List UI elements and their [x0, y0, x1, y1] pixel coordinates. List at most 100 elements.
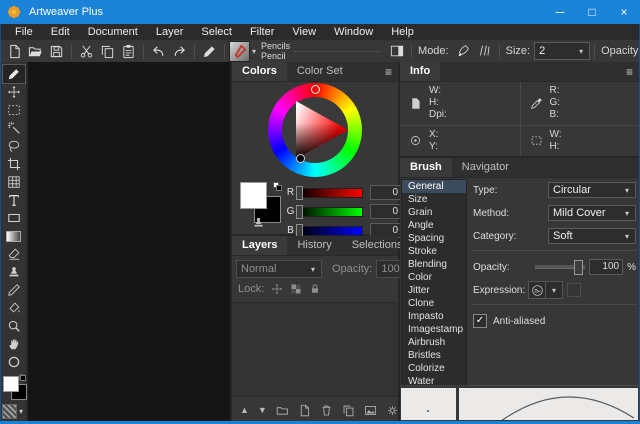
tool-hand[interactable] — [3, 335, 25, 353]
tool-magic-wand[interactable] — [3, 119, 25, 137]
tool-color-swatches[interactable] — [2, 374, 26, 400]
tab-color-set[interactable]: Color Set — [287, 62, 353, 81]
menu-edit[interactable]: Edit — [42, 26, 79, 38]
brush-category-size[interactable]: Size — [402, 193, 466, 206]
layer-list[interactable] — [232, 302, 398, 397]
tool-lasso[interactable] — [3, 137, 25, 155]
panel-color-swatches[interactable] — [238, 182, 284, 232]
open-document-button[interactable] — [25, 41, 46, 61]
method-dropdown[interactable]: Mild Cover ▾ — [548, 205, 636, 221]
expression-source-button[interactable] — [528, 281, 546, 299]
menu-view[interactable]: View — [283, 26, 325, 38]
menu-help[interactable]: Help — [382, 26, 423, 38]
tool-rect-select[interactable] — [3, 101, 25, 119]
menu-file[interactable]: File — [6, 26, 42, 38]
default-colors-icon[interactable] — [19, 374, 26, 381]
green-slider[interactable] — [297, 207, 363, 217]
tool-gradient[interactable] — [3, 227, 25, 245]
default-colors-icon[interactable] — [273, 182, 282, 191]
menu-filter[interactable]: Filter — [241, 26, 283, 38]
tool-eraser[interactable] — [3, 245, 25, 263]
new-layer-button[interactable] — [298, 404, 311, 417]
tool-move[interactable] — [3, 83, 25, 101]
paint-mode-button[interactable] — [453, 41, 474, 61]
type-dropdown[interactable]: Circular ▾ — [548, 182, 636, 198]
lock-position-button[interactable] — [271, 283, 283, 295]
paste-button[interactable] — [118, 41, 139, 61]
tab-navigator[interactable]: Navigator — [452, 158, 519, 177]
tab-brush[interactable]: Brush — [400, 158, 452, 177]
hue-selector-dot[interactable] — [311, 85, 320, 94]
new-group-button[interactable] — [276, 404, 289, 417]
blue-slider[interactable] — [297, 226, 363, 236]
brush-category-jitter[interactable]: Jitter — [402, 284, 466, 297]
stroke-mode-button[interactable] — [474, 41, 495, 61]
brush-category-clone[interactable]: Clone — [402, 297, 466, 310]
brush-opacity-value[interactable]: 100 — [589, 259, 623, 275]
pattern-selector[interactable]: ▾ — [2, 404, 25, 419]
stamp-icon[interactable] — [252, 216, 265, 229]
tool-text[interactable] — [3, 191, 25, 209]
edit-brush-button[interactable] — [199, 41, 220, 61]
tool-crop[interactable] — [3, 155, 25, 173]
brush-opacity-slider[interactable] — [535, 265, 585, 269]
brush-category-airbrush[interactable]: Airbrush — [402, 336, 466, 349]
delete-layer-button[interactable] — [320, 404, 333, 417]
antialiased-checkbox[interactable]: ✓ — [473, 314, 487, 328]
menu-layer[interactable]: Layer — [147, 26, 193, 38]
tab-info[interactable]: Info — [400, 62, 440, 81]
duplicate-layer-button[interactable] — [342, 404, 355, 417]
cut-button[interactable] — [76, 41, 97, 61]
expression-invert-button[interactable] — [567, 283, 581, 297]
value-selector-dot[interactable] — [296, 154, 305, 163]
brush-category-general[interactable]: General — [402, 180, 466, 193]
tool-fill[interactable] — [3, 299, 25, 317]
tool-shape[interactable] — [3, 209, 25, 227]
brush-category-impasto[interactable]: Impasto — [402, 310, 466, 323]
brush-category-spacing[interactable]: Spacing — [402, 232, 466, 245]
layer-up-button[interactable]: ▲ — [240, 405, 249, 415]
tab-history[interactable]: History — [287, 236, 341, 255]
red-slider[interactable] — [297, 188, 363, 198]
redo-button[interactable] — [169, 41, 190, 61]
tab-layers[interactable]: Layers — [232, 236, 287, 255]
foreground-color-swatch[interactable] — [3, 376, 19, 392]
size-dropdown[interactable]: 2 ▾ — [534, 42, 590, 60]
panel-menu-icon[interactable]: ≡ — [626, 65, 633, 79]
save-document-button[interactable] — [46, 41, 67, 61]
tool-mosaic[interactable] — [3, 173, 25, 191]
chevron-down-icon[interactable]: ▾ — [19, 407, 23, 416]
brush-category-imagestamp[interactable]: Imagestamp — [402, 323, 466, 336]
green-slider-handle[interactable] — [296, 205, 303, 219]
color-wheel[interactable] — [232, 82, 398, 178]
red-value[interactable]: 0 — [370, 185, 402, 200]
brush-category-blending[interactable]: Blending — [402, 258, 466, 271]
category-dropdown[interactable]: Soft ▾ — [548, 228, 636, 244]
tool-color-picker[interactable] — [3, 353, 25, 371]
close-button[interactable]: × — [608, 0, 640, 24]
menu-select[interactable]: Select — [192, 26, 241, 38]
brush-category-colorize[interactable]: Colorize — [402, 362, 466, 375]
green-value[interactable]: 0 — [370, 204, 402, 219]
layer-down-button[interactable]: ▼ — [258, 405, 267, 415]
tool-pen[interactable] — [3, 281, 25, 299]
minimize-button[interactable]: ─ — [544, 0, 576, 24]
toggle-panels-button[interactable] — [386, 41, 407, 61]
expression-dropdown-button[interactable]: ▾ — [546, 281, 563, 299]
brush-category-color[interactable]: Color — [402, 271, 466, 284]
pattern-swatch[interactable] — [2, 404, 17, 419]
lock-all-button[interactable] — [309, 283, 321, 295]
foreground-color-swatch[interactable] — [240, 182, 267, 209]
layer-effects-button[interactable] — [364, 404, 377, 417]
layer-settings-button[interactable] — [386, 404, 399, 417]
blend-mode-dropdown[interactable]: Normal ▾ — [236, 260, 322, 278]
lock-transparency-button[interactable] — [290, 283, 302, 295]
copy-button[interactable] — [97, 41, 118, 61]
menu-window[interactable]: Window — [325, 26, 382, 38]
brush-category-angle[interactable]: Angle — [402, 219, 466, 232]
brush-preview-thumbnail[interactable] — [229, 41, 250, 62]
brush-category-stroke[interactable]: Stroke — [402, 245, 466, 258]
undo-button[interactable] — [148, 41, 169, 61]
tool-clone-stamp[interactable] — [3, 263, 25, 281]
canvas[interactable] — [28, 62, 230, 421]
